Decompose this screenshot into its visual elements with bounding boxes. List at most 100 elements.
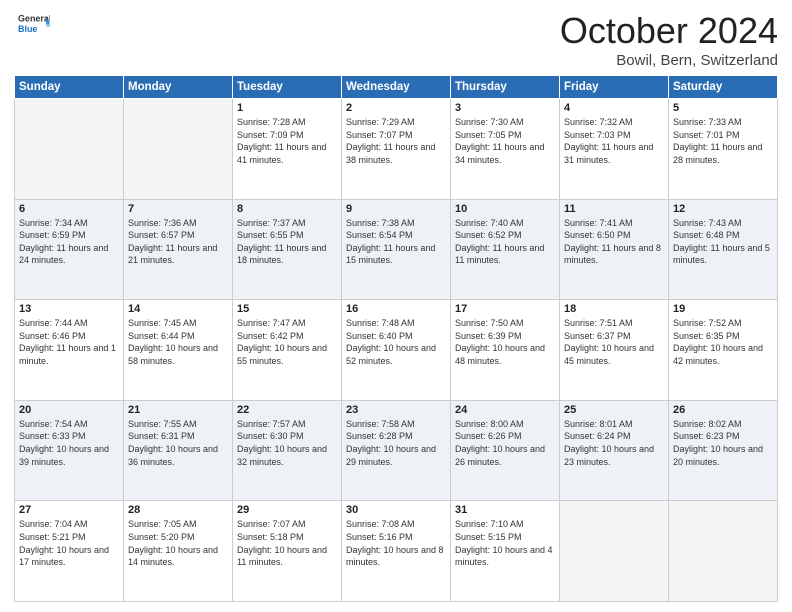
day-number: 19 [673,303,773,315]
logo: General Blue [14,10,50,47]
month-title: October 2024 [560,10,778,52]
calendar-day-cell: 22Sunrise: 7:57 AM Sunset: 6:30 PM Dayli… [233,400,342,501]
day-info: Sunrise: 8:01 AM Sunset: 6:24 PM Dayligh… [564,418,664,468]
day-number: 28 [128,504,228,516]
day-info: Sunrise: 7:44 AM Sunset: 6:46 PM Dayligh… [19,317,119,367]
calendar-day-cell: 1 Sunrise: 7:28 AM Sunset: 7:09 PM Daylig… [233,99,342,200]
day-number: 3 [455,102,555,114]
day-number: 1 [237,102,337,114]
day-number: 30 [346,504,446,516]
day-info: Sunrise: 7:55 AM Sunset: 6:31 PM Dayligh… [128,418,228,468]
calendar-day-cell [560,501,669,602]
day-number: 23 [346,404,446,416]
day-info: Sunrise: 7:34 AM Sunset: 6:59 PM Dayligh… [19,217,119,267]
calendar-day-cell: 4 Sunrise: 7:32 AM Sunset: 7:03 PM Daylig… [560,99,669,200]
svg-text:Blue: Blue [18,24,37,34]
day-number: 17 [455,303,555,315]
calendar-day-cell: 17 Sunrise: 7:50 AM Sunset: 6:39 PM Dayli… [451,300,560,401]
day-info: Sunrise: 7:54 AM Sunset: 6:33 PM Dayligh… [19,418,119,468]
header-row: Sunday Monday Tuesday Wednesday Thursday… [15,76,778,99]
calendar-day-cell: 31Sunrise: 7:10 AM Sunset: 5:15 PM Dayli… [451,501,560,602]
day-info: Sunrise: 7:47 AM Sunset: 6:42 PM Dayligh… [237,317,337,367]
day-info: Sunrise: 7:41 AM Sunset: 6:50 PM Dayligh… [564,217,664,267]
calendar-day-cell: 28Sunrise: 7:05 AM Sunset: 5:20 PM Dayli… [124,501,233,602]
calendar-day-cell: 6Sunrise: 7:34 AM Sunset: 6:59 PM Daylig… [15,199,124,300]
col-wednesday: Wednesday [342,76,451,99]
day-info: Sunrise: 8:00 AM Sunset: 6:26 PM Dayligh… [455,418,555,468]
day-number: 29 [237,504,337,516]
day-info: Sunrise: 7:04 AM Sunset: 5:21 PM Dayligh… [19,518,119,568]
day-number: 9 [346,203,446,215]
day-number: 25 [564,404,664,416]
page: General Blue October 2024 Bowil, Bern, S… [0,0,792,612]
calendar-day-cell: 23 Sunrise: 7:58 AM Sunset: 6:28 PM Dayli… [342,400,451,501]
day-info: Sunrise: 7:58 AM Sunset: 6:28 PM Dayligh… [346,418,446,468]
calendar-week-row: 27 Sunrise: 7:04 AM Sunset: 5:21 PM Dayli… [15,501,778,602]
calendar-day-cell: 5 Sunrise: 7:33 AM Sunset: 7:01 PM Daylig… [669,99,778,200]
day-info: Sunrise: 7:50 AM Sunset: 6:39 PM Dayligh… [455,317,555,367]
header: General Blue October 2024 Bowil, Bern, S… [14,10,778,69]
calendar-day-cell: 9 Sunrise: 7:38 AM Sunset: 6:54 PM Daylig… [342,199,451,300]
calendar-week-row: 1 Sunrise: 7:28 AM Sunset: 7:09 PM Daylig… [15,99,778,200]
day-number: 12 [673,203,773,215]
calendar-day-cell: 19 Sunrise: 7:52 AM Sunset: 6:35 PM Dayli… [669,300,778,401]
calendar-day-cell: 16Sunrise: 7:48 AM Sunset: 6:40 PM Dayli… [342,300,451,401]
day-info: Sunrise: 7:33 AM Sunset: 7:01 PM Dayligh… [673,116,773,166]
calendar-day-cell: 25 Sunrise: 8:01 AM Sunset: 6:24 PM Dayli… [560,400,669,501]
calendar-table: Sunday Monday Tuesday Wednesday Thursday… [14,75,778,602]
day-info: Sunrise: 7:38 AM Sunset: 6:54 PM Dayligh… [346,217,446,267]
day-info: Sunrise: 7:36 AM Sunset: 6:57 PM Dayligh… [128,217,228,267]
day-number: 4 [564,102,664,114]
day-number: 26 [673,404,773,416]
day-info: Sunrise: 7:08 AM Sunset: 5:16 PM Dayligh… [346,518,446,568]
day-number: 24 [455,404,555,416]
calendar-day-cell: 12 Sunrise: 7:43 AM Sunset: 6:48 PM Dayli… [669,199,778,300]
calendar-day-cell: 2Sunrise: 7:29 AM Sunset: 7:07 PM Daylig… [342,99,451,200]
calendar-week-row: 13Sunrise: 7:44 AM Sunset: 6:46 PM Dayli… [15,300,778,401]
calendar-day-cell: 29 Sunrise: 7:07 AM Sunset: 5:18 PM Dayli… [233,501,342,602]
svg-text:General: General [18,14,50,24]
calendar-day-cell: 20 Sunrise: 7:54 AM Sunset: 6:33 PM Dayli… [15,400,124,501]
calendar-day-cell: 27 Sunrise: 7:04 AM Sunset: 5:21 PM Dayli… [15,501,124,602]
calendar-week-row: 20 Sunrise: 7:54 AM Sunset: 6:33 PM Dayli… [15,400,778,501]
calendar-day-cell [15,99,124,200]
day-info: Sunrise: 7:57 AM Sunset: 6:30 PM Dayligh… [237,418,337,468]
calendar-day-cell: 18Sunrise: 7:51 AM Sunset: 6:37 PM Dayli… [560,300,669,401]
calendar-day-cell: 26 Sunrise: 8:02 AM Sunset: 6:23 PM Dayli… [669,400,778,501]
calendar-day-cell: 7Sunrise: 7:36 AM Sunset: 6:57 PM Daylig… [124,199,233,300]
day-number: 15 [237,303,337,315]
calendar-day-cell: 30 Sunrise: 7:08 AM Sunset: 5:16 PM Dayli… [342,501,451,602]
logo-icon: General Blue [18,10,50,42]
day-info: Sunrise: 7:52 AM Sunset: 6:35 PM Dayligh… [673,317,773,367]
day-number: 20 [19,404,119,416]
calendar-day-cell [669,501,778,602]
location-subtitle: Bowil, Bern, Switzerland [560,52,778,69]
day-info: Sunrise: 7:51 AM Sunset: 6:37 PM Dayligh… [564,317,664,367]
col-tuesday: Tuesday [233,76,342,99]
col-sunday: Sunday [15,76,124,99]
day-info: Sunrise: 7:32 AM Sunset: 7:03 PM Dayligh… [564,116,664,166]
day-info: Sunrise: 7:43 AM Sunset: 6:48 PM Dayligh… [673,217,773,267]
calendar-day-cell: 10Sunrise: 7:40 AM Sunset: 6:52 PM Dayli… [451,199,560,300]
calendar-day-cell: 15 Sunrise: 7:47 AM Sunset: 6:42 PM Dayli… [233,300,342,401]
day-number: 5 [673,102,773,114]
calendar-day-cell: 11 Sunrise: 7:41 AM Sunset: 6:50 PM Dayli… [560,199,669,300]
title-block: October 2024 Bowil, Bern, Switzerland [560,10,778,69]
day-number: 27 [19,504,119,516]
calendar-day-cell: 13Sunrise: 7:44 AM Sunset: 6:46 PM Dayli… [15,300,124,401]
col-friday: Friday [560,76,669,99]
col-monday: Monday [124,76,233,99]
col-saturday: Saturday [669,76,778,99]
day-info: Sunrise: 7:28 AM Sunset: 7:09 PM Dayligh… [237,116,337,166]
calendar-day-cell: 3Sunrise: 7:30 AM Sunset: 7:05 PM Daylig… [451,99,560,200]
day-number: 11 [564,203,664,215]
day-info: Sunrise: 8:02 AM Sunset: 6:23 PM Dayligh… [673,418,773,468]
calendar-day-cell: 14Sunrise: 7:45 AM Sunset: 6:44 PM Dayli… [124,300,233,401]
calendar-day-cell: 8 Sunrise: 7:37 AM Sunset: 6:55 PM Daylig… [233,199,342,300]
calendar-week-row: 6Sunrise: 7:34 AM Sunset: 6:59 PM Daylig… [15,199,778,300]
day-number: 8 [237,203,337,215]
day-info: Sunrise: 7:07 AM Sunset: 5:18 PM Dayligh… [237,518,337,568]
day-info: Sunrise: 7:40 AM Sunset: 6:52 PM Dayligh… [455,217,555,267]
day-info: Sunrise: 7:45 AM Sunset: 6:44 PM Dayligh… [128,317,228,367]
day-info: Sunrise: 7:37 AM Sunset: 6:55 PM Dayligh… [237,217,337,267]
